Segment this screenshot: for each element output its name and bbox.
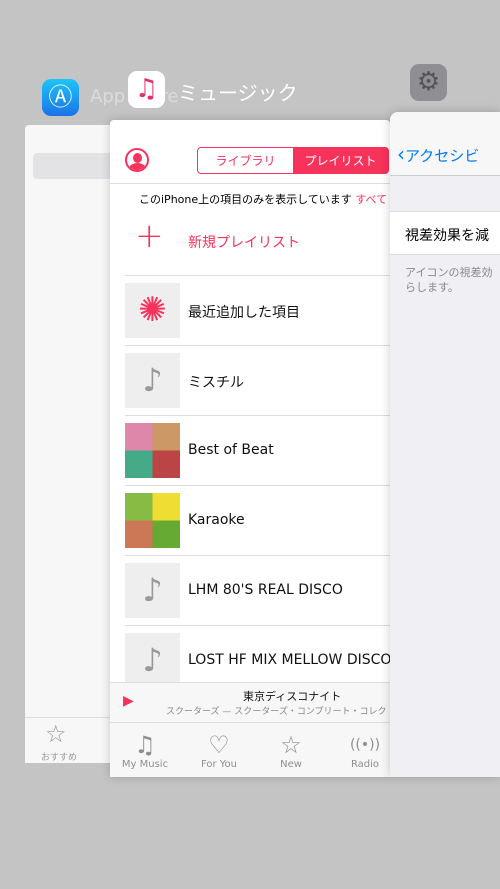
tab-label: New [280,759,302,770]
music-app-icon[interactable]: ♫ [128,71,165,108]
playlist-row[interactable]: ♪ LHM 80'S REAL DISCO [125,555,390,625]
gear-icon: ✺ [125,283,180,338]
tab-featured[interactable]: おすすめ [41,750,77,763]
playlist-title: LHM 80'S REAL DISCO [188,582,343,598]
segment-playlists[interactable]: プレイリスト [293,148,388,173]
album-art [125,423,180,478]
show-all-link[interactable]: すべて [355,193,387,206]
settings-app-icon[interactable]: ⚙ [410,64,447,101]
play-icon[interactable]: ▶ [123,693,134,709]
segmented-control[interactable]: ライブラリ プレイリスト [197,147,389,174]
playlist-title: LOST HF MIX MELLOW DISCO [188,652,390,668]
profile-icon[interactable] [125,148,149,172]
now-playing-title: 東京ディスコナイト [243,690,342,703]
music-note-icon: ♪ [125,563,180,618]
playlist-title: 最近追加した項目 [188,305,300,321]
playlist-title: Karaoke [188,512,245,528]
playlist-row[interactable]: ♪ ミスチル [125,345,390,415]
playlist-title: Best of Beat [188,442,274,458]
cell-label: 視差効果を減 [405,228,489,244]
music-note-icon: ♫ [134,731,156,759]
music-card[interactable]: ライブラリ プレイリスト このiPhone上の項目のみを表示しています すべて … [110,120,390,777]
playlist-row[interactable]: Karaoke [125,485,390,555]
chevron-left-icon: ‹ [397,142,405,166]
plus-icon: + [135,216,164,256]
tab-radio[interactable]: ((•)) Radio [335,731,390,770]
playlist-row[interactable]: Best of Beat [125,415,390,485]
mini-player[interactable]: ▶ 東京ディスコナイト スクーターズ — スクーターズ・コンプリート・コレク [110,682,390,722]
heart-icon: ♡ [208,731,230,759]
settings-card[interactable]: ‹アクセシビ 視差効果を減 アイコンの視差効 らします。 [390,112,500,777]
app-store-icon[interactable]: Ⓐ [42,79,79,116]
new-playlist-button[interactable]: + 新規プレイリスト [125,216,390,272]
playlist-row[interactable]: ✺ 最近追加した項目 [125,275,390,345]
tab-label: Radio [350,759,380,770]
tab-my-music[interactable]: ♫ My Music [115,731,175,770]
music-note-icon: ♪ [125,353,180,408]
footer-text: アイコンの視差効 らします。 [405,266,493,294]
music-note-icon: ♪ [125,633,180,688]
tab-label: For You [200,759,238,770]
album-art [125,493,180,548]
tab-label: My Music [121,759,169,770]
tab-bar: ♫ My Music ♡ For You ☆ New ((•)) Radio [110,722,390,777]
playlist-title: ミスチル [188,375,244,391]
reduce-motion-cell[interactable]: 視差効果を減 [390,211,500,255]
segment-library[interactable]: ライブラリ [198,148,293,173]
tab-new[interactable]: ☆ New [261,731,321,770]
radio-icon: ((•)) [349,737,381,753]
tab-for-you[interactable]: ♡ For You [189,731,249,770]
now-playing-subtitle: スクーターズ — スクーターズ・コンプリート・コレク [166,707,387,717]
back-label: アクセシビ [405,147,480,165]
notice-text: このiPhone上の項目のみを表示しています [139,193,352,206]
back-button[interactable]: ‹アクセシビ [397,142,479,166]
star-icon: ☆ [280,731,302,759]
new-playlist-label: 新規プレイリスト [188,235,300,251]
star-icon: ☆ [45,720,67,748]
music-app-label: ミュージック [178,81,298,105]
